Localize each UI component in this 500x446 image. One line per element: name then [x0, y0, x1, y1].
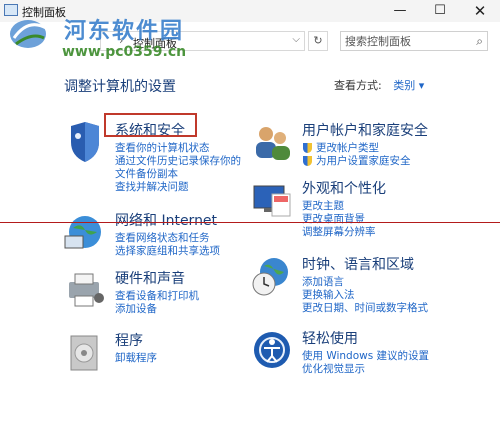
category-title[interactable]: 程序: [115, 330, 143, 350]
printer-icon: [69, 273, 104, 307]
shield-icon: [71, 122, 99, 162]
link-add-device[interactable]: 添加设备: [115, 303, 199, 316]
link-screen-resolution[interactable]: 调整屏幕分辨率: [302, 226, 376, 239]
link-date-time-format[interactable]: 更改日期、时间或数字格式: [302, 302, 428, 315]
link-family-safety[interactable]: 为用户设置家庭安全: [302, 155, 411, 168]
network-globe-icon: [64, 216, 101, 249]
watermark-logo-icon: [10, 20, 47, 48]
minimize-button[interactable]: —: [380, 0, 420, 22]
refresh-button[interactable]: ↻: [308, 31, 328, 51]
maximize-button[interactable]: ☐: [420, 0, 460, 22]
link-change-theme[interactable]: 更改主题: [302, 200, 376, 213]
link-recommended-settings[interactable]: 使用 Windows 建议的设置: [302, 350, 429, 363]
divider-line: [0, 222, 500, 223]
category-title[interactable]: 外观和个性化: [302, 178, 386, 198]
link-optimize-display[interactable]: 优化视觉显示: [302, 363, 429, 376]
link-devices-printers[interactable]: 查看设备和打印机: [115, 290, 199, 303]
category-title[interactable]: 轻松使用: [302, 328, 358, 348]
close-button[interactable]: ✕: [460, 0, 500, 22]
link-uninstall[interactable]: 卸载程序: [115, 352, 157, 365]
appearance-icon: [253, 185, 291, 217]
highlight-box: [104, 113, 197, 137]
link-add-language[interactable]: 添加语言: [302, 276, 428, 289]
link-change-account-type[interactable]: 更改帐户类型: [302, 142, 411, 155]
view-by-label: 查看方式:: [334, 79, 382, 92]
link-change-background[interactable]: 更改桌面背景: [302, 213, 376, 226]
ease-of-access-icon: [254, 332, 290, 368]
link-view-status[interactable]: 查看你的计算机状态: [115, 142, 241, 155]
category-title[interactable]: 时钟、语言和区域: [302, 254, 414, 274]
link-troubleshoot[interactable]: 查找并解决问题: [115, 181, 241, 194]
search-icon[interactable]: ⌕: [476, 34, 483, 49]
category-title[interactable]: 硬件和声音: [115, 268, 185, 288]
users-icon: [256, 127, 290, 160]
watermark-url: www.pc0359.cn: [62, 44, 187, 60]
clock-globe-icon: [252, 258, 288, 296]
category-title[interactable]: 用户帐户和家庭安全: [302, 120, 428, 140]
link-file-history-cont[interactable]: 文件备份副本: [115, 168, 241, 181]
view-by-dropdown[interactable]: 类别 ▾: [393, 79, 424, 92]
link-network-status[interactable]: 查看网络状态和任务: [115, 232, 220, 245]
watermark-text: 河东软件园: [64, 19, 185, 44]
chevron-down-icon[interactable]: ⌵: [292, 34, 300, 45]
link-file-history[interactable]: 通过文件历史记录保存你的: [115, 155, 241, 168]
search-input[interactable]: [341, 32, 461, 50]
programs-icon: [70, 335, 98, 371]
view-by: 查看方式: 类别 ▾: [334, 77, 424, 93]
category-title[interactable]: 网络和 Internet: [115, 210, 217, 230]
link-homegroup[interactable]: 选择家庭组和共享选项: [115, 245, 220, 258]
link-change-input[interactable]: 更换输入法: [302, 289, 428, 302]
search-box[interactable]: ⌕: [340, 31, 488, 51]
page-title: 调整计算机的设置: [64, 79, 176, 95]
